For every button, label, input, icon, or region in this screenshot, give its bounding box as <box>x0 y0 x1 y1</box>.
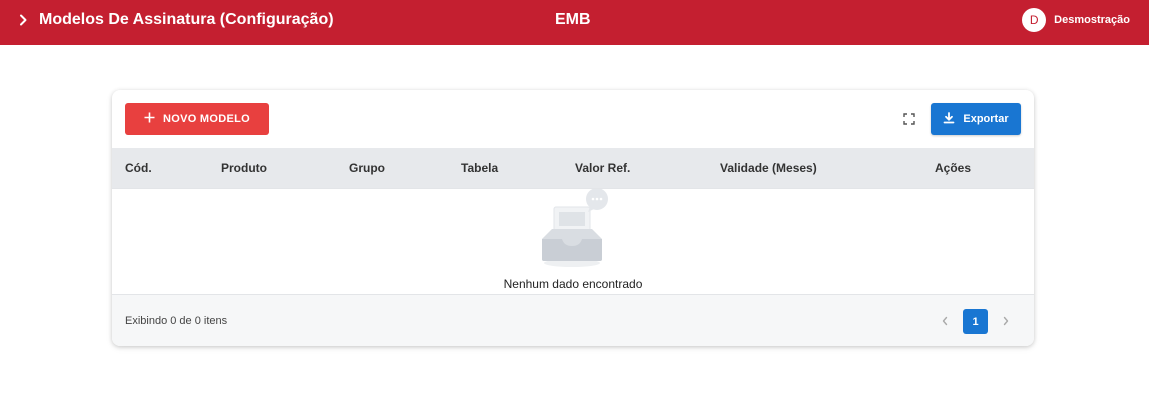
user-name[interactable]: Desmostração <box>1054 14 1130 26</box>
export-label: Exportar <box>963 113 1009 125</box>
table-header: Cód. Produto Grupo Tabela Valor Ref. Val… <box>112 148 1034 188</box>
top-bar: Modelos De Assinatura (Configuração) EMB… <box>0 0 1149 45</box>
pagination-page-1[interactable]: 1 <box>963 309 988 334</box>
column-header-product[interactable]: Produto <box>221 160 267 176</box>
export-button[interactable]: Exportar <box>931 103 1021 135</box>
chevron-left-icon[interactable] <box>935 311 955 331</box>
models-card: NOVO MODELO Exportar Cód. Produto Grupo … <box>112 90 1034 346</box>
column-header-table[interactable]: Tabela <box>461 160 498 176</box>
avatar[interactable]: D <box>1022 8 1047 32</box>
new-model-button[interactable]: NOVO MODELO <box>125 103 269 135</box>
page-title: Modelos De Assinatura (Configuração) <box>39 11 334 28</box>
plus-icon <box>144 111 155 127</box>
items-count: Exibindo 0 de 0 itens <box>125 315 228 327</box>
user-menu[interactable]: D Desmostração <box>1022 8 1130 32</box>
column-header-actions: Ações <box>935 161 972 175</box>
empty-inbox-icon <box>538 188 608 274</box>
column-header-ref-value[interactable]: Valor Ref. <box>575 160 630 176</box>
empty-state: Nenhum dado encontrado <box>112 188 1034 294</box>
empty-message: Nenhum dado encontrado <box>503 277 643 291</box>
table-footer: Exibindo 0 de 0 itens 1 <box>112 294 1034 346</box>
new-model-label: NOVO MODELO <box>162 113 251 125</box>
chevron-right-icon[interactable] <box>16 11 30 29</box>
column-header-group[interactable]: Grupo <box>349 160 385 176</box>
column-header-validity[interactable]: Validade (Meses) <box>720 160 817 176</box>
fullscreen-icon[interactable] <box>900 110 918 128</box>
column-header-code[interactable]: Cód. <box>125 160 152 176</box>
download-icon <box>943 111 955 127</box>
company-label: EMB <box>555 11 591 28</box>
chevron-right-icon[interactable] <box>996 311 1016 331</box>
